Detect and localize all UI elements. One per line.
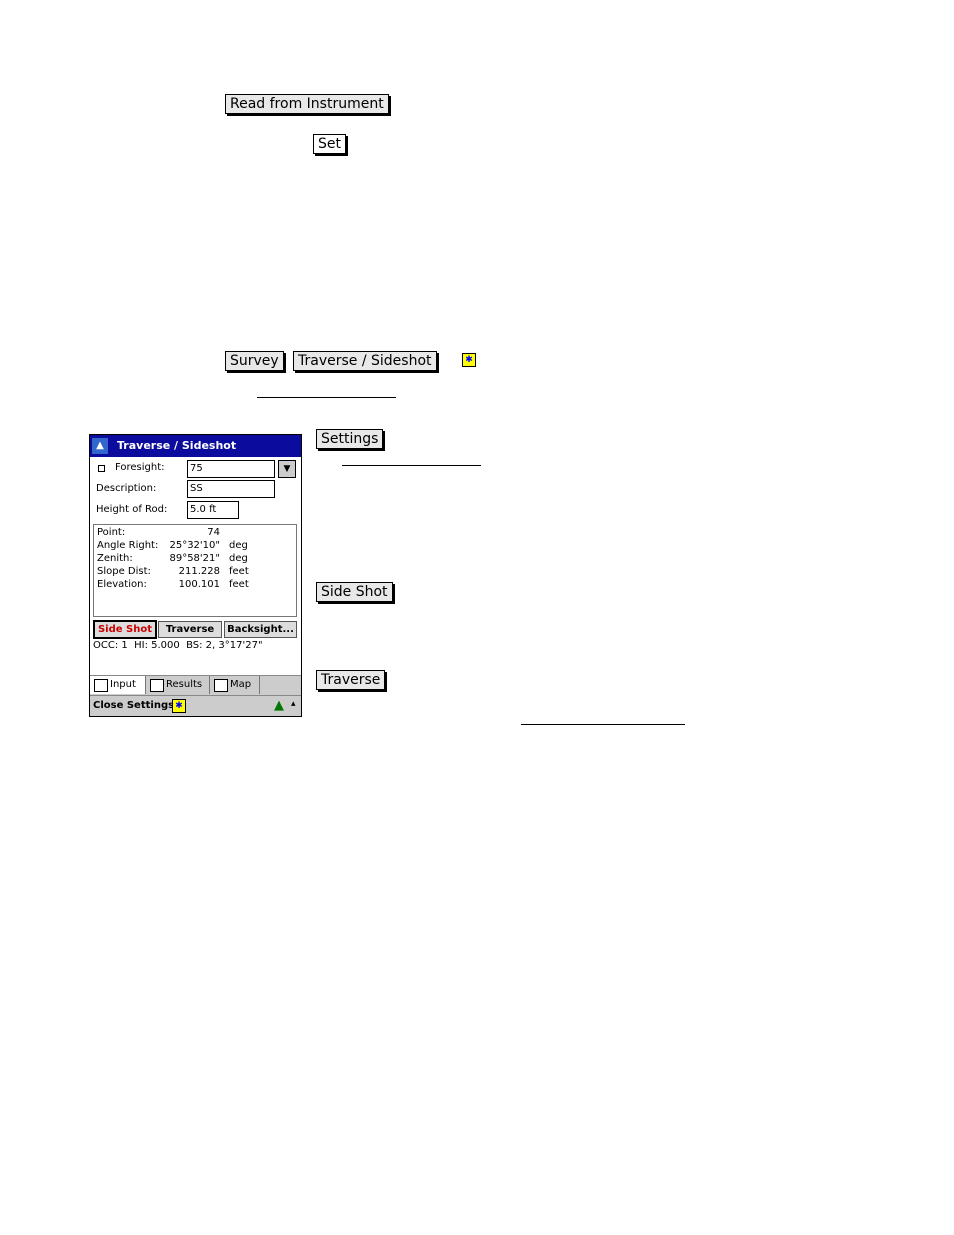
settings-star-icon: ✱ [462, 353, 476, 367]
result-unit: feet [229, 566, 249, 577]
divider [342, 465, 481, 466]
bottom-menu-bar: Close Settings ✱ ▲ ▴ [90, 694, 301, 716]
divider [257, 397, 396, 398]
results-panel: Point: 74 Angle Right: 25°32'10" deg Zen… [93, 524, 297, 617]
result-value: 100.101 [178, 579, 220, 590]
height-of-rod-input[interactable]: 5.0 ft [187, 501, 239, 519]
side-shot-action-button[interactable]: Side Shot [93, 620, 157, 639]
result-label: Zenith: [97, 553, 133, 564]
result-unit: feet [229, 579, 249, 590]
foresight-input[interactable]: 75 [187, 460, 275, 478]
settings-star-icon[interactable]: ✱ [172, 699, 186, 713]
set-button[interactable]: Set [313, 134, 346, 154]
backsight-button[interactable]: Backsight... [224, 621, 297, 638]
input-panel-icon[interactable]: ▲ [274, 696, 284, 716]
results-icon [150, 679, 164, 692]
result-value: 89°58'21" [169, 553, 220, 564]
input-icon [94, 679, 108, 692]
settings-button[interactable]: Settings [316, 429, 384, 449]
traverse-action-button[interactable]: Traverse [158, 621, 222, 638]
close-settings-menu[interactable]: Close Settings [93, 696, 174, 716]
result-value: 74 [207, 527, 220, 538]
status-line: OCC: 1 HI: 5.000 BS: 2, 3°17'27" [93, 640, 263, 651]
foresight-bullet-icon [98, 465, 105, 472]
window-title: Traverse / Sideshot [117, 439, 237, 452]
foresight-dropdown-icon[interactable]: ▼ [278, 460, 296, 478]
divider [521, 724, 685, 725]
tab-results[interactable]: Results [146, 676, 210, 694]
tab-label: Map [230, 679, 252, 690]
description-label: Description: [96, 483, 157, 494]
device-screen: ▲ Traverse / Sideshot Foresight: 75 ▼ De… [89, 434, 302, 717]
tab-bar: Input Results Map [90, 675, 301, 695]
result-unit: deg [229, 540, 248, 551]
result-unit: deg [229, 553, 248, 564]
title-bar: ▲ Traverse / Sideshot [90, 435, 301, 457]
survey-button[interactable]: Survey [225, 351, 284, 371]
result-label: Elevation: [97, 579, 147, 590]
sip-arrow-icon[interactable]: ▴ [291, 694, 296, 714]
traverse-button[interactable]: Traverse [316, 670, 386, 690]
result-value: 25°32'10" [169, 540, 220, 551]
result-value: 211.228 [178, 566, 220, 577]
foresight-label: Foresight: [115, 462, 165, 473]
traverse-sideshot-button[interactable]: Traverse / Sideshot [293, 351, 437, 371]
result-label: Slope Dist: [97, 566, 151, 577]
tab-label: Results [166, 679, 203, 690]
app-logo-icon[interactable]: ▲ [92, 438, 108, 454]
result-label: Point: [97, 527, 126, 538]
map-icon [214, 679, 228, 692]
tab-label: Input [110, 679, 136, 690]
tab-input[interactable]: Input [90, 676, 146, 694]
description-input[interactable]: SS [187, 480, 275, 498]
read-from-instrument-button[interactable]: Read from Instrument [225, 94, 389, 114]
side-shot-button[interactable]: Side Shot [316, 582, 393, 602]
result-label: Angle Right: [97, 540, 159, 551]
height-of-rod-label: Height of Rod: [96, 504, 168, 515]
tab-map[interactable]: Map [210, 676, 260, 694]
